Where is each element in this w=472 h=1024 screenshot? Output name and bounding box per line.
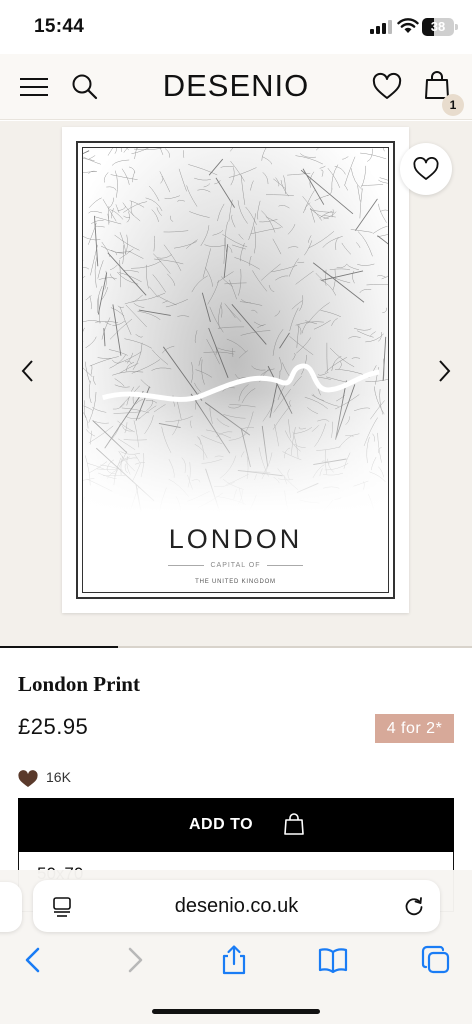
previous-tab-preview[interactable] [0, 882, 22, 932]
bookmarks-icon[interactable] [317, 944, 349, 976]
heart-icon [413, 157, 439, 180]
site-header: DESENIO 1 [0, 54, 472, 120]
heart-icon [18, 770, 38, 787]
site-logo[interactable]: DESENIO [156, 68, 316, 104]
search-icon[interactable] [70, 72, 100, 102]
cart-count-badge: 1 [442, 94, 464, 116]
tabs-icon[interactable] [420, 944, 452, 976]
share-icon[interactable] [218, 944, 250, 976]
battery-percent: 38 [430, 19, 446, 34]
reload-icon[interactable] [403, 895, 425, 917]
battery-icon: 38 [422, 18, 458, 36]
bag-icon [284, 813, 304, 835]
browser-bottom-bar: desenio.co.uk [0, 870, 472, 1024]
add-to-cart-label: ADD TO [189, 816, 254, 833]
chevron-left-icon[interactable] [18, 357, 38, 385]
url-text: desenio.co.uk [174, 895, 299, 917]
wifi-icon [397, 18, 419, 33]
browser-toolbar [0, 944, 472, 984]
status-bar: 15:44 38 [0, 0, 472, 54]
promo-badge[interactable]: 4 for 2* [375, 714, 454, 743]
signal-icon [370, 20, 392, 34]
gallery-progress-fill [0, 646, 118, 648]
add-to-cart-button[interactable]: ADD TO [18, 798, 454, 852]
product-image[interactable]: LONDON CAPITAL OF THE UNITED KINGDOM [62, 127, 409, 613]
product-gallery[interactable]: LONDON CAPITAL OF THE UNITED KINGDOM [0, 121, 472, 648]
home-indicator [152, 1009, 320, 1014]
status-time: 15:44 [34, 16, 85, 37]
forward-icon[interactable] [118, 944, 150, 976]
poster-country: THE UNITED KINGDOM [195, 579, 276, 585]
favorite-button[interactable] [400, 143, 452, 195]
product-title: London Print [18, 672, 140, 696]
address-bar[interactable]: desenio.co.uk [33, 880, 440, 932]
menu-icon[interactable] [20, 76, 48, 98]
heart-icon[interactable] [372, 72, 402, 102]
chevron-right-icon[interactable] [434, 357, 454, 385]
product-price: £25.95 [18, 714, 89, 739]
back-icon[interactable] [18, 944, 50, 976]
gallery-progress [0, 646, 472, 648]
poster-frame: LONDON CAPITAL OF THE UNITED KINGDOM [76, 141, 395, 599]
poster-city: LONDON [168, 524, 303, 554]
likes-count: 16K [46, 769, 71, 785]
poster-caption: CAPITAL OF [83, 562, 388, 569]
